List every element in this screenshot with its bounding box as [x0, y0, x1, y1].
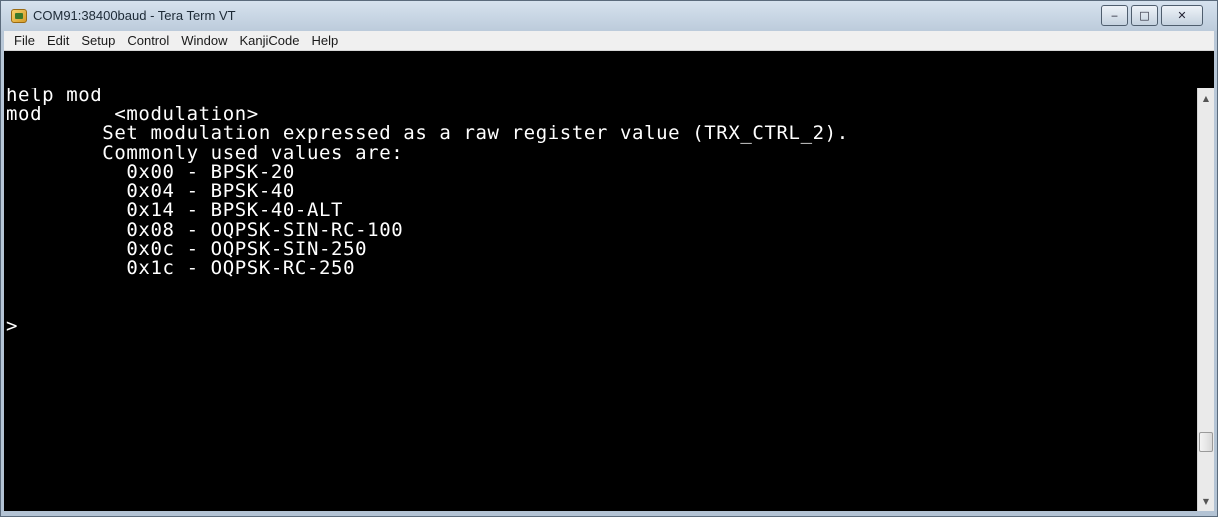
vertical-scrollbar[interactable]: ▲ ▼ — [1197, 88, 1214, 511]
menu-help[interactable]: Help — [306, 32, 345, 50]
scroll-down-arrow-icon[interactable]: ▼ — [1198, 493, 1214, 509]
terminal-line: Commonly used values are: — [6, 141, 404, 164]
terminal-line: 0x08 - OQPSK-SIN-RC-100 — [6, 218, 404, 241]
close-button[interactable]: ✕ — [1161, 5, 1203, 26]
tera-term-icon[interactable] — [11, 9, 27, 23]
menu-kanjicode[interactable]: KanjiCode — [234, 32, 306, 50]
menu-setup[interactable]: Setup — [75, 32, 121, 50]
terminal-line: mod <modulation> — [6, 102, 259, 125]
close-icon: ✕ — [1177, 9, 1187, 22]
menu-control[interactable]: Control — [121, 32, 175, 50]
menu-window[interactable]: Window — [175, 32, 233, 50]
terminal-line: > — [6, 315, 19, 338]
tera-term-window: COM91:38400baud - Tera Term VT ‒ □ ✕ Fil… — [0, 0, 1218, 517]
scroll-up-arrow-icon[interactable]: ▲ — [1198, 90, 1214, 106]
terminal-line: 0x04 - BPSK-40 — [6, 180, 295, 203]
terminal-screen[interactable]: help mod mod <modulation> Set modulation … — [4, 88, 1197, 511]
terminal-line: 0x14 - BPSK-40-ALT — [6, 199, 344, 222]
terminal-line: Set modulation expressed as a raw regist… — [6, 122, 849, 145]
menu-file[interactable]: File — [8, 32, 41, 50]
terminal-line: help mod — [6, 88, 103, 106]
maximize-button[interactable]: □ — [1131, 5, 1158, 26]
title-bar[interactable]: COM91:38400baud - Tera Term VT ‒ □ ✕ — [1, 1, 1217, 31]
terminal-line: 0x00 - BPSK-20 — [6, 160, 295, 183]
terminal-line: 0x1c - OQPSK-RC-250 — [6, 257, 356, 280]
menu-edit[interactable]: Edit — [41, 32, 75, 50]
terminal-line: 0x0c - OQPSK-SIN-250 — [6, 238, 368, 260]
minimize-icon: ‒ — [1111, 9, 1118, 22]
window-title: COM91:38400baud - Tera Term VT — [33, 8, 236, 23]
terminal-top-area — [4, 51, 1214, 88]
scrollbar-thumb[interactable] — [1199, 432, 1213, 452]
maximize-icon: □ — [1139, 9, 1150, 22]
menu-bar: File Edit Setup Control Window KanjiCode… — [4, 31, 1214, 51]
minimize-button[interactable]: ‒ — [1101, 5, 1128, 26]
